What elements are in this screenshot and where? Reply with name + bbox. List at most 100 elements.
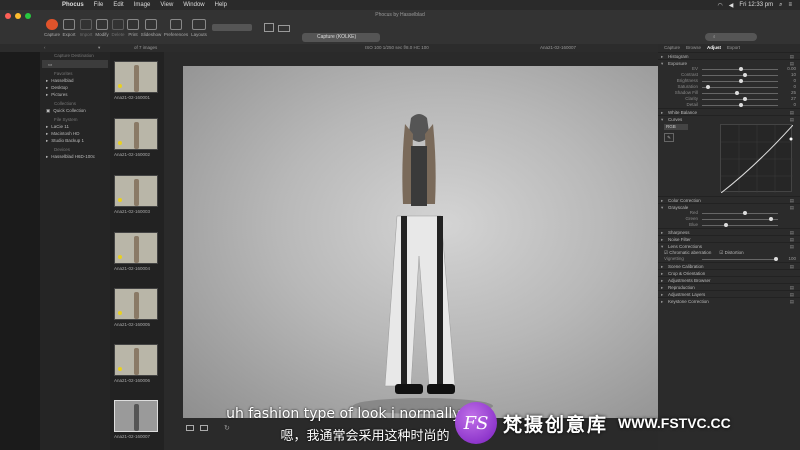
sidebar-item-hasselblad[interactable]: ▸ Hasselblad xyxy=(40,77,110,84)
sidebar-item-studio-backup[interactable]: ▸ Studio Backup 1 xyxy=(40,137,110,144)
clock[interactable]: Fri 12:33 pm xyxy=(739,2,773,8)
menu-file[interactable]: File xyxy=(94,2,104,8)
tool-lens-corrections[interactable]: Lens Corrections▤ xyxy=(658,242,800,250)
volume-icon[interactable]: ◀ xyxy=(729,2,734,9)
watermark: FS 梵摄创意库 WWW.FSTVC.CC xyxy=(455,402,731,444)
thumbnail[interactable] xyxy=(114,118,158,150)
thumbnail[interactable] xyxy=(114,61,158,93)
print-icon xyxy=(127,19,139,30)
tool-color-correction[interactable]: Color Correction▤ xyxy=(658,196,800,204)
search-icon: ⌕ xyxy=(713,34,716,39)
tool-sharpness[interactable]: Sharpness▤ xyxy=(658,228,800,236)
import-icon xyxy=(80,19,92,30)
search-input[interactable]: ⌕ xyxy=(705,33,757,41)
tool-exposure[interactable]: Exposure▤ xyxy=(658,59,800,67)
slider-track[interactable] xyxy=(702,99,778,100)
menu-help[interactable]: Help xyxy=(215,2,227,8)
menu-phocus[interactable]: Phocus xyxy=(62,2,84,8)
image-viewer: ↻ xyxy=(164,52,658,450)
curve-channel-select[interactable]: RGB xyxy=(664,124,688,130)
slider-knob[interactable] xyxy=(735,91,740,95)
capture-destination-field[interactable]: ▭ xyxy=(42,60,108,68)
capture-dropdown[interactable]: Capture (KOLKE) xyxy=(302,33,380,42)
slider-knob[interactable] xyxy=(739,67,743,71)
slider-track[interactable] xyxy=(702,75,778,76)
menu-window[interactable]: Window xyxy=(183,2,204,8)
capture-destination-header: Capture Destination xyxy=(54,53,94,58)
tool-reproduction[interactable]: Reproduction▤ xyxy=(658,283,800,291)
thumbnail-label: Ana21-02-160003 xyxy=(114,209,151,214)
portrait-icon[interactable] xyxy=(264,23,274,32)
tab-capture[interactable]: Capture xyxy=(664,44,680,52)
menu-list-icon[interactable]: ≡ xyxy=(788,2,792,8)
left-strip xyxy=(0,52,40,450)
menu-view[interactable]: View xyxy=(160,2,173,8)
distortion-checkbox[interactable]: ☑ Distortion xyxy=(719,249,743,256)
slider-track[interactable] xyxy=(702,219,778,220)
devices-header: Devices xyxy=(54,147,71,152)
thumbnail[interactable] xyxy=(114,175,158,207)
filter-icon[interactable]: ▾ xyxy=(98,45,100,51)
tool-adjustment-layers[interactable]: Adjustment Layers▤ xyxy=(658,290,800,298)
search-icon[interactable]: ⌕ xyxy=(779,2,782,9)
tool-white-balance[interactable]: White Balance▤ xyxy=(658,108,800,116)
menu-edit[interactable]: Edit xyxy=(113,2,123,8)
apple-icon[interactable] xyxy=(46,1,54,9)
slider-track[interactable] xyxy=(702,225,778,226)
slider-track[interactable] xyxy=(702,87,778,88)
sidebar-item-lacie[interactable]: ▸ LaCie 11 xyxy=(40,123,110,130)
sidebar-item-macintosh-hd[interactable]: ▸ Macintosh HD xyxy=(40,130,110,137)
slider-track[interactable] xyxy=(702,93,778,94)
slider-knob[interactable] xyxy=(705,85,710,89)
chromatic-aberration-checkbox[interactable]: ☑ Chromatic aberration xyxy=(664,249,711,256)
gear-icon xyxy=(170,19,182,30)
thumbnail[interactable] xyxy=(114,344,158,376)
thumbnail[interactable] xyxy=(114,288,158,320)
camera-icon: ▸ xyxy=(46,154,49,159)
slider-knob[interactable] xyxy=(742,73,747,77)
tool-scene-calibration[interactable]: Scene Calibration▤ xyxy=(658,262,800,270)
slider-knob[interactable] xyxy=(724,223,729,227)
landscape-icon[interactable] xyxy=(278,25,290,32)
tool-grayscale[interactable]: Grayscale▤ xyxy=(658,203,800,211)
tab-export[interactable]: Export xyxy=(727,44,740,52)
tab-browse[interactable]: Browse xyxy=(686,44,701,52)
thumbnail[interactable] xyxy=(114,232,158,264)
collections-header: Collections xyxy=(54,101,77,106)
slider-knob[interactable] xyxy=(742,211,747,215)
preferences-button[interactable]: Preferences xyxy=(164,19,188,37)
tab-adjust[interactable]: Adjust xyxy=(707,44,721,52)
tool-adjustments-browser[interactable]: Adjustments Browser xyxy=(658,276,800,284)
tool-crop-orientation[interactable]: Crop & Orientation xyxy=(658,269,800,277)
main-photo[interactable] xyxy=(183,66,658,418)
sidebar-item-quick-collection[interactable]: ▣ Quick Collection xyxy=(40,107,110,114)
tool-curves[interactable]: Curves▤ xyxy=(658,115,800,123)
watermark-logo: FS xyxy=(455,402,497,444)
sidebar-item-desktop[interactable]: ▸ Desktop xyxy=(40,84,110,91)
exif-readout: ISO 100 1/250 sec f/8.0 HC 100 xyxy=(365,45,429,50)
wifi-icon[interactable]: ◠ xyxy=(718,2,723,9)
slider-knob[interactable] xyxy=(742,97,747,101)
show-toggle-group[interactable] xyxy=(212,24,252,31)
tool-keystone-correction[interactable]: Keystone Correction▤ xyxy=(658,297,800,305)
layouts-button[interactable]: Layouts xyxy=(189,19,209,37)
slider-knob[interactable] xyxy=(768,217,773,221)
thumbnail-label: Ana21-02-160002 xyxy=(114,152,151,157)
chevron-left-icon[interactable]: ‹ xyxy=(44,45,46,50)
menu-image[interactable]: Image xyxy=(134,2,151,8)
slideshow-icon xyxy=(145,19,157,30)
slider-knob[interactable] xyxy=(739,103,743,107)
curve-graph[interactable] xyxy=(720,124,794,194)
tool-options-icon[interactable]: ▤ xyxy=(790,243,794,250)
tool-options-icon[interactable]: ▤ xyxy=(790,116,794,123)
eyedropper-icon[interactable]: ✎ xyxy=(664,133,674,142)
sidebar-item-camera[interactable]: ▸ Hasselblad H6D-100c xyxy=(40,153,110,160)
tool-options-icon[interactable]: ▤ xyxy=(790,298,794,305)
slider-knob[interactable] xyxy=(774,257,778,261)
slider-track[interactable] xyxy=(702,213,778,214)
tool-histogram[interactable]: Histogram▤ xyxy=(658,52,800,60)
tool-noise-filter[interactable]: Noise Filter▤ xyxy=(658,235,800,243)
slideshow-button[interactable]: Slideshow xyxy=(141,19,161,37)
sidebar-item-pictures[interactable]: ▸ Pictures xyxy=(40,91,110,98)
slider-knob[interactable] xyxy=(739,79,743,83)
